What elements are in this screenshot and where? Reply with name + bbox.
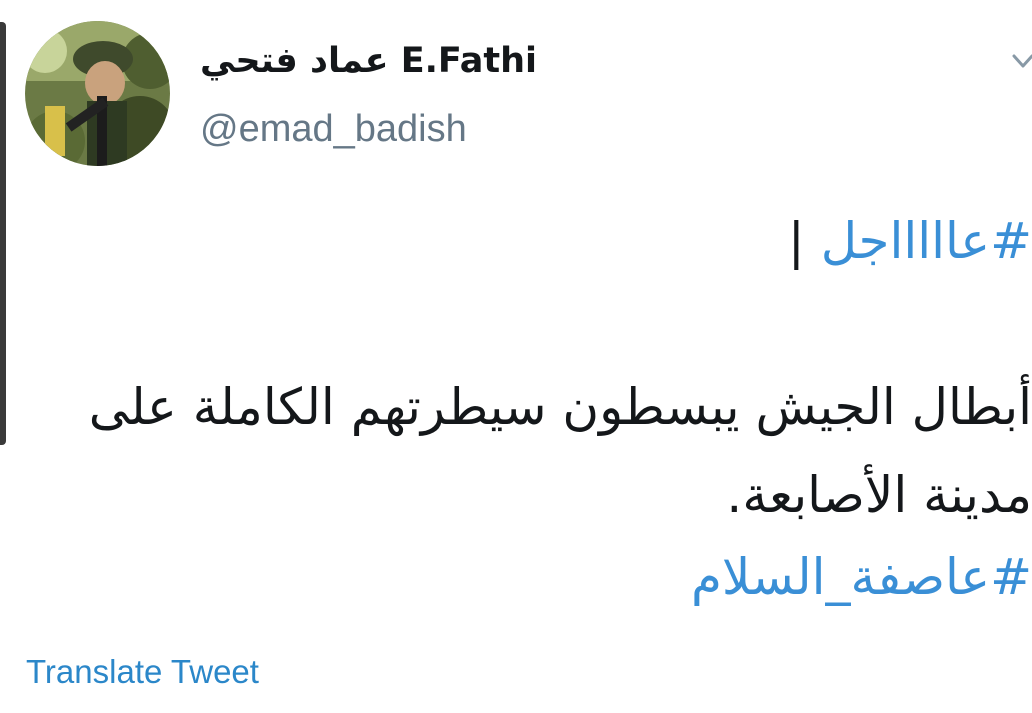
tweet-line-1: #عاااااجل | bbox=[788, 204, 1032, 278]
tweet-line-3: مدينة الأصابعة. bbox=[726, 466, 1032, 524]
avatar-photo-icon bbox=[25, 21, 170, 166]
tweet-line-2: أبطال الجيش يبسطون سيطرتهم الكاملة على bbox=[88, 378, 1032, 436]
tweet-line-4: #عاصفة_السلام bbox=[691, 538, 1032, 616]
hashtag-link[interactable]: #عاصفة_السلام bbox=[691, 548, 1032, 606]
user-handle[interactable]: @emad_badish bbox=[200, 104, 467, 154]
avatar[interactable] bbox=[25, 21, 170, 166]
hashtag-link[interactable]: #عاااااجل bbox=[821, 212, 1032, 270]
chevron-down-icon[interactable] bbox=[1008, 46, 1032, 76]
translate-tweet-link[interactable]: Translate Tweet bbox=[26, 650, 259, 694]
left-edge-bar bbox=[0, 22, 6, 445]
display-name[interactable]: عماد فتحي E.Fathi bbox=[200, 36, 537, 86]
separator-text: | bbox=[787, 212, 805, 270]
